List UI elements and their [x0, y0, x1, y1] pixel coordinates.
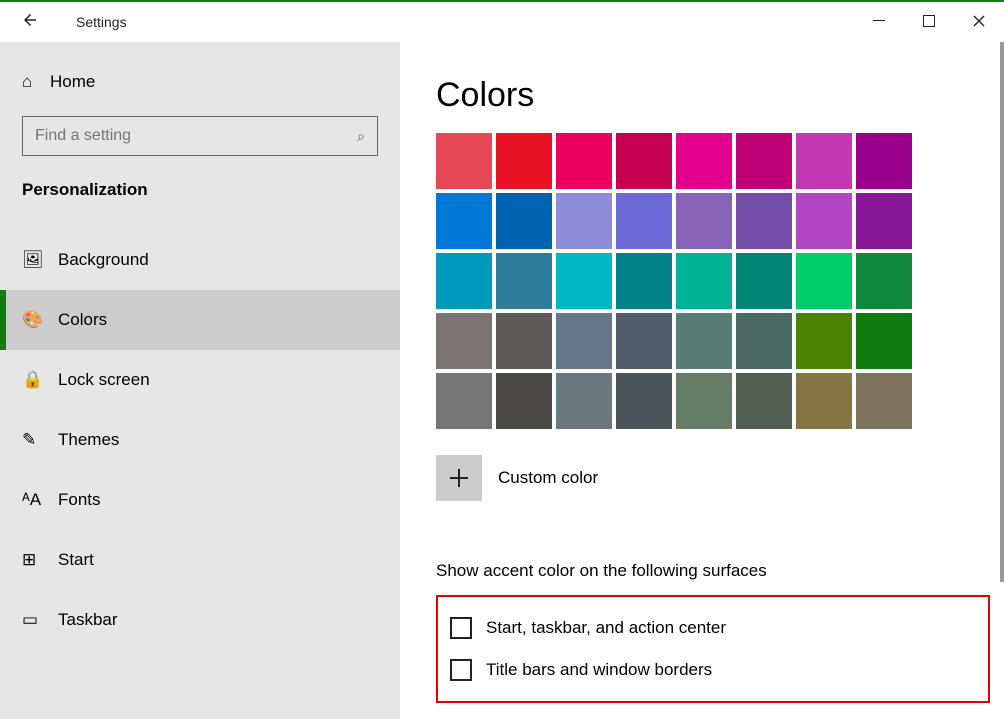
color-swatch[interactable] — [856, 313, 912, 369]
color-swatch[interactable] — [856, 373, 912, 429]
nav-item-fonts[interactable]: ᴬA Fonts — [0, 470, 400, 530]
window-title: Settings — [76, 14, 127, 30]
color-swatch[interactable] — [556, 373, 612, 429]
color-swatch[interactable] — [736, 193, 792, 249]
close-button[interactable] — [954, 2, 1004, 42]
nav-item-label: Start — [58, 550, 94, 570]
checkbox-icon — [450, 659, 472, 681]
nav-item-label: Themes — [58, 430, 119, 450]
checkbox-label: Title bars and window borders — [486, 660, 712, 680]
scrollbar-thumb[interactable] — [1000, 42, 1004, 582]
search-field[interactable] — [35, 127, 357, 145]
checkbox-icon — [450, 617, 472, 639]
nav-item-label: Taskbar — [58, 610, 118, 630]
color-swatch[interactable] — [616, 193, 672, 249]
color-swatch[interactable] — [436, 313, 492, 369]
color-swatch[interactable] — [736, 133, 792, 189]
color-swatch[interactable] — [436, 133, 492, 189]
sidebar-home[interactable]: ⌂ Home — [0, 62, 400, 102]
color-swatch[interactable] — [736, 373, 792, 429]
background-icon: 🖼 — [22, 250, 50, 270]
color-swatch[interactable] — [856, 253, 912, 309]
sidebar: ⌂ Home ⌕ Personalization 🖼 Background 🎨 Col… — [0, 42, 400, 719]
color-swatch[interactable] — [556, 253, 612, 309]
color-swatch[interactable] — [436, 373, 492, 429]
nav-item-background[interactable]: 🖼 Background — [0, 230, 400, 290]
color-swatch[interactable] — [556, 313, 612, 369]
taskbar-icon: ▭ — [22, 610, 50, 630]
checkbox-titlebars[interactable]: Title bars and window borders — [446, 649, 980, 691]
themes-icon: ✎ — [22, 430, 50, 450]
color-swatch[interactable] — [796, 253, 852, 309]
search-input[interactable]: ⌕ — [22, 116, 378, 156]
checkbox-label: Start, taskbar, and action center — [486, 618, 726, 638]
color-swatch[interactable] — [736, 313, 792, 369]
content-pane: Colors Custom color Show accent color on… — [400, 42, 1004, 719]
nav-item-label: Lock screen — [58, 370, 150, 390]
nav-list: 🖼 Background 🎨 Colors 🔒 Lock screen ✎ Themes ᴬA F… — [0, 230, 400, 650]
nav-item-themes[interactable]: ✎ Themes — [0, 410, 400, 470]
nav-item-label: Colors — [58, 310, 107, 330]
back-button[interactable] — [0, 11, 60, 34]
color-swatch[interactable] — [616, 313, 672, 369]
color-swatch[interactable] — [496, 313, 552, 369]
color-swatch[interactable] — [856, 193, 912, 249]
color-swatch[interactable] — [796, 313, 852, 369]
nav-item-label: Fonts — [58, 490, 101, 510]
nav-item-taskbar[interactable]: ▭ Taskbar — [0, 590, 400, 650]
maximize-button[interactable] — [904, 2, 954, 42]
nav-item-label: Background — [58, 250, 149, 270]
color-swatch[interactable] — [616, 373, 672, 429]
colors-icon: 🎨 — [22, 310, 50, 330]
nav-item-start[interactable]: ⊞ Start — [0, 530, 400, 590]
checkbox-start-taskbar[interactable]: Start, taskbar, and action center — [446, 607, 980, 649]
color-swatch[interactable] — [796, 193, 852, 249]
page-heading: Colors — [436, 76, 974, 115]
color-swatch[interactable] — [676, 313, 732, 369]
color-swatch[interactable] — [676, 253, 732, 309]
color-swatch[interactable] — [496, 253, 552, 309]
scrollbar[interactable] — [998, 42, 1004, 719]
lock-screen-icon: 🔒 — [22, 370, 50, 390]
fonts-icon: ᴬA — [22, 490, 50, 510]
custom-color-button[interactable] — [436, 455, 482, 501]
color-swatch[interactable] — [616, 253, 672, 309]
custom-color-label: Custom color — [498, 468, 598, 488]
surfaces-heading: Show accent color on the following surfa… — [436, 561, 974, 581]
color-swatch[interactable] — [796, 373, 852, 429]
color-swatch[interactable] — [856, 133, 912, 189]
nav-item-lock-screen[interactable]: 🔒 Lock screen — [0, 350, 400, 410]
color-swatch[interactable] — [496, 373, 552, 429]
color-swatch[interactable] — [736, 253, 792, 309]
color-swatch[interactable] — [676, 193, 732, 249]
color-swatch[interactable] — [676, 133, 732, 189]
color-swatch[interactable] — [436, 193, 492, 249]
color-swatch[interactable] — [496, 193, 552, 249]
color-swatch[interactable] — [556, 193, 612, 249]
start-icon: ⊞ — [22, 550, 50, 570]
color-swatch[interactable] — [496, 133, 552, 189]
color-swatch[interactable] — [436, 253, 492, 309]
search-icon: ⌕ — [357, 128, 365, 145]
color-grid — [436, 133, 974, 429]
minimize-button[interactable] — [854, 2, 904, 42]
highlight-box: Start, taskbar, and action center Title … — [436, 595, 990, 703]
home-icon: ⌂ — [22, 72, 50, 92]
section-heading: Personalization — [0, 170, 400, 230]
color-swatch[interactable] — [676, 373, 732, 429]
color-swatch[interactable] — [556, 133, 612, 189]
home-label: Home — [50, 72, 95, 92]
nav-item-colors[interactable]: 🎨 Colors — [0, 290, 400, 350]
color-swatch[interactable] — [796, 133, 852, 189]
color-swatch[interactable] — [616, 133, 672, 189]
